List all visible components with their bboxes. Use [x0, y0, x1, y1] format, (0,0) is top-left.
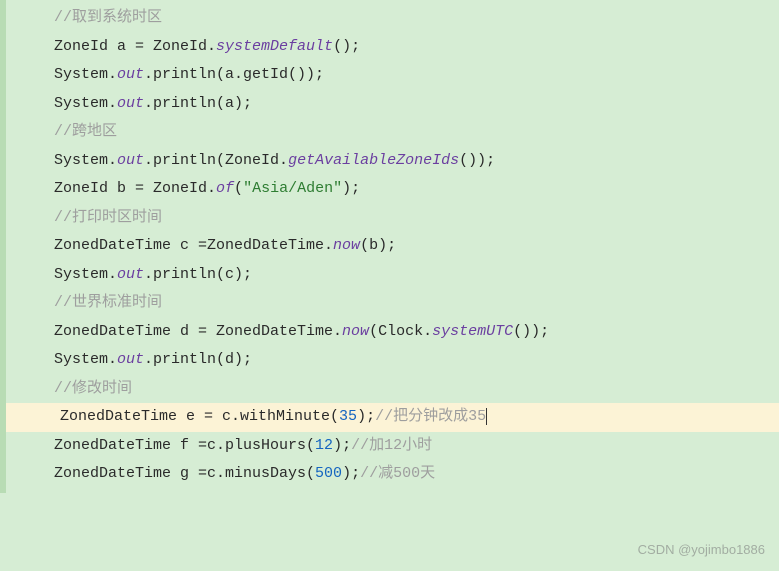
static-token: out — [117, 266, 144, 283]
code-line: //打印时区时间 — [54, 204, 779, 233]
code-token: ZonedDateTime e = c.withMinute( — [60, 408, 339, 425]
code-block: //取到系统时区ZoneId a = ZoneId.systemDefault(… — [0, 0, 779, 493]
static-token: out — [117, 66, 144, 83]
code-line: System.out.println(a.getId()); — [54, 61, 779, 90]
number-literal: 35 — [339, 408, 357, 425]
code-line: ZonedDateTime d = ZonedDateTime.now(Cloc… — [54, 318, 779, 347]
code-token: .println(c); — [144, 266, 252, 283]
code-line: ZoneId a = ZoneId.systemDefault(); — [54, 33, 779, 62]
code-token: ZoneId a = ZoneId. — [54, 38, 216, 55]
code-token: ZonedDateTime g =c.minusDays( — [54, 465, 315, 482]
code-line: //跨地区 — [54, 118, 779, 147]
code-token: (b); — [360, 237, 396, 254]
code-line: //取到系统时区 — [54, 4, 779, 33]
static-token: of — [216, 180, 234, 197]
code-line: //世界标准时间 — [54, 289, 779, 318]
static-token: now — [333, 237, 360, 254]
code-token: System. — [54, 152, 117, 169]
code-token: ZonedDateTime c =ZonedDateTime. — [54, 237, 333, 254]
code-line: ZonedDateTime g =c.minusDays(500);//减500… — [54, 460, 779, 489]
code-line: System.out.println(ZoneId.getAvailableZo… — [54, 147, 779, 176]
number-literal: 12 — [315, 437, 333, 454]
string-literal: "Asia/Aden" — [243, 180, 342, 197]
code-token: ); — [342, 465, 360, 482]
comment-text: //修改时间 — [54, 380, 132, 397]
comment-text: //取到系统时区 — [54, 9, 162, 26]
code-line: System.out.println(a); — [54, 90, 779, 119]
code-token: ZonedDateTime d = ZonedDateTime. — [54, 323, 342, 340]
static-token: out — [117, 351, 144, 368]
code-token: .println(a); — [144, 95, 252, 112]
static-token: out — [117, 95, 144, 112]
comment-text: //世界标准时间 — [54, 294, 162, 311]
code-token: (); — [333, 38, 360, 55]
static-token: out — [117, 152, 144, 169]
code-line: System.out.println(d); — [54, 346, 779, 375]
comment-text: //打印时区时间 — [54, 209, 162, 226]
code-token: ); — [342, 180, 360, 197]
code-token: ( — [234, 180, 243, 197]
static-token: systemDefault — [216, 38, 333, 55]
static-token: now — [342, 323, 369, 340]
code-token: System. — [54, 266, 117, 283]
code-token: ZoneId b = ZoneId. — [54, 180, 216, 197]
code-line: ZonedDateTime f =c.plusHours(12);//加12小时 — [54, 432, 779, 461]
code-line: ZonedDateTime c =ZonedDateTime.now(b); — [54, 232, 779, 261]
code-token: (Clock. — [369, 323, 432, 340]
code-token: System. — [54, 66, 117, 83]
watermark: CSDN @yojimbo1886 — [638, 538, 765, 563]
inline-comment: //加12小时 — [351, 437, 432, 454]
inline-comment: //减500天 — [360, 465, 435, 482]
comment-text: //跨地区 — [54, 123, 117, 140]
code-token: System. — [54, 351, 117, 368]
text-cursor — [486, 408, 487, 425]
code-line: ZoneId b = ZoneId.of("Asia/Aden"); — [54, 175, 779, 204]
code-token: System. — [54, 95, 117, 112]
code-token: .println(a.getId()); — [144, 66, 324, 83]
code-line: ZonedDateTime e = c.withMinute(35);//把分钟… — [6, 403, 779, 432]
static-token: getAvailableZoneIds — [288, 152, 459, 169]
code-token: ()); — [459, 152, 495, 169]
code-token: ()); — [513, 323, 549, 340]
code-token: .println(ZoneId. — [144, 152, 288, 169]
code-token: ); — [357, 408, 375, 425]
code-token: ); — [333, 437, 351, 454]
code-token: .println(d); — [144, 351, 252, 368]
inline-comment: //把分钟改成35 — [375, 408, 486, 425]
code-token: ZonedDateTime f =c.plusHours( — [54, 437, 315, 454]
static-token: systemUTC — [432, 323, 513, 340]
number-literal: 500 — [315, 465, 342, 482]
code-line: //修改时间 — [54, 375, 779, 404]
code-line: System.out.println(c); — [54, 261, 779, 290]
